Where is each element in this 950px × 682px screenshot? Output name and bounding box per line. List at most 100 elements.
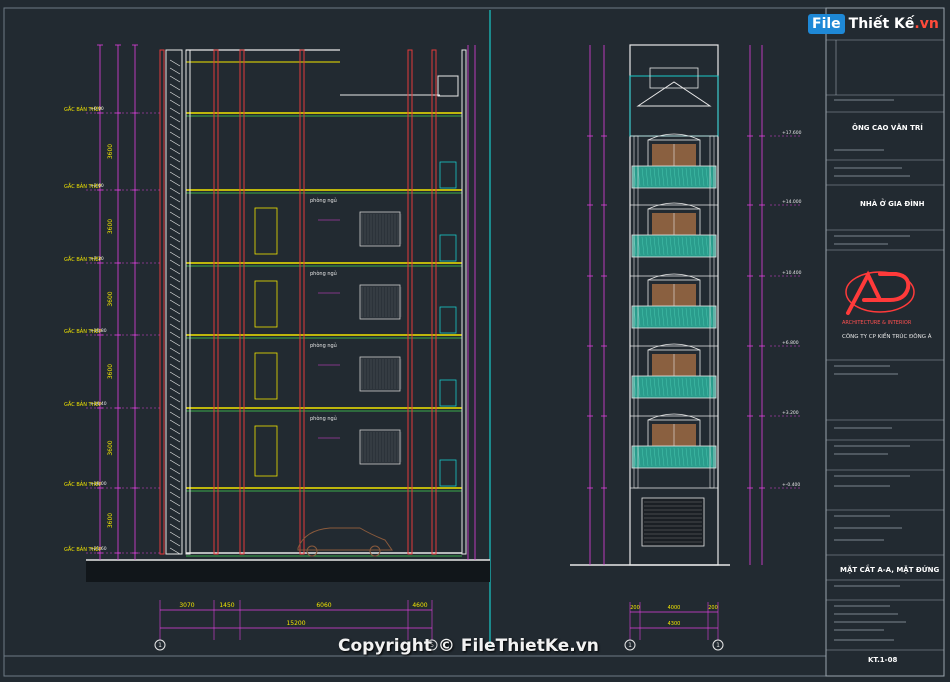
dim-number: 3600	[107, 291, 114, 306]
ground-hatch	[86, 560, 490, 582]
structural-column	[239, 49, 245, 555]
stair-hatch	[169, 131, 181, 139]
stair-hatch	[169, 499, 181, 507]
cad-drawing: phòng ngủphòng ngủphòng ngủphòng ngủGẮC …	[3, 7, 945, 677]
stair-hatch	[169, 163, 181, 171]
drawing-number: KT.1-08	[868, 656, 898, 664]
stair-hatch	[169, 419, 181, 427]
stair-hatch	[169, 123, 181, 131]
stair-hatch	[169, 83, 181, 91]
stair-hatch	[169, 139, 181, 147]
stair-hatch	[169, 539, 181, 547]
structural-column	[407, 49, 413, 555]
structural-column	[159, 49, 165, 555]
stair-hatch	[169, 59, 181, 67]
grid-bubble-label: 1	[716, 642, 720, 649]
stair-hatch	[169, 259, 181, 267]
structural-column	[185, 49, 191, 555]
stair-hatch	[169, 243, 181, 251]
level-value: +0.00	[90, 106, 104, 112]
elev-dim-value-total: 4300	[668, 621, 681, 627]
bottom-dim-value: 1450	[219, 602, 234, 609]
stair-hatch	[169, 347, 181, 355]
stair-hatch	[169, 515, 181, 523]
dim-number: 3600	[107, 364, 114, 379]
stair-hatch	[169, 155, 181, 163]
logo-text: Thiết Kế.vn	[848, 16, 939, 32]
roof-tank	[437, 75, 459, 97]
company-logo-text: ARCHITECTURE & INTERIOR	[842, 320, 912, 326]
level-value: +3.200	[782, 410, 799, 416]
stair-hatch	[169, 531, 181, 539]
stair-hatch	[169, 435, 181, 443]
stair-hatch	[169, 171, 181, 179]
filethietke-logo: File Thiết Kế.vn	[808, 14, 939, 34]
grid-bubble-label: 1	[158, 642, 162, 649]
stair-hatch	[169, 227, 181, 235]
elev-dim-value: 200	[630, 605, 640, 611]
structural-column	[431, 49, 437, 555]
stair-hatch	[169, 371, 181, 379]
pediment	[636, 81, 712, 107]
bottom-dim-value-total: 15200	[286, 620, 305, 627]
drawing-title: MẶT CẮT A-A, MẶT ĐỨNG	[840, 566, 940, 574]
balcony-rail	[439, 459, 457, 487]
title-block-frame	[825, 7, 945, 677]
stair-hatch	[169, 291, 181, 299]
window-arch	[647, 202, 701, 210]
door-frame	[254, 425, 278, 477]
stair-hatch	[169, 91, 181, 99]
window-arch	[647, 413, 701, 421]
level-value: +14.40	[90, 401, 107, 407]
stair-hatch	[169, 67, 181, 75]
stair-hatch	[169, 339, 181, 347]
stair-hatch	[169, 323, 181, 331]
room-label: phòng ngủ	[310, 270, 337, 277]
stair-hatch	[169, 275, 181, 283]
level-value: +3.60	[90, 183, 104, 189]
logo-box: File	[808, 14, 845, 34]
level-value: +7.20	[90, 256, 104, 262]
stair-hatch	[169, 299, 181, 307]
room-label: phòng ngủ	[310, 342, 337, 349]
level-value: +10.400	[782, 270, 802, 276]
bottom-dim-value: 3070	[179, 602, 194, 609]
stair-hatch	[169, 443, 181, 451]
structural-column	[461, 49, 467, 555]
title-block-project: NHÀ Ở GIA ĐÌNH	[860, 200, 925, 208]
stair-hatch	[169, 315, 181, 323]
elev-dim-value: 200	[708, 605, 718, 611]
stair-hatch	[169, 219, 181, 227]
stair-hatch	[169, 99, 181, 107]
stair-hatch	[169, 459, 181, 467]
stair-hatch	[169, 195, 181, 203]
stair-hatch	[169, 483, 181, 491]
window-arch	[647, 343, 701, 351]
balcony-rail	[439, 161, 457, 189]
copyright-watermark: Copyright © FileThietKe.vn	[338, 636, 599, 656]
dim-number: 3600	[107, 219, 114, 234]
level-value: +10.80	[90, 328, 107, 334]
car-wheel	[369, 545, 381, 557]
dim-number: 3600	[107, 144, 114, 159]
room-label: phòng ngủ	[310, 415, 337, 422]
cad-drawing-canvas: phòng ngủ phòng ngủ phòng ngủ phòng ngủ GẮC …	[0, 0, 950, 682]
dim-number: 3600	[107, 513, 114, 528]
car-wheel	[306, 545, 318, 557]
level-value: +21.60	[90, 546, 107, 552]
stair-hatch	[169, 179, 181, 187]
stair-hatch	[169, 523, 181, 531]
stair-hatch	[169, 355, 181, 363]
stair-hatch	[169, 547, 181, 555]
bottom-dim-value: 4600	[412, 602, 427, 609]
stair-hatch	[169, 283, 181, 291]
stair-hatch	[169, 187, 181, 195]
grid-bubble-label: 1	[628, 642, 632, 649]
level-value: +18.00	[90, 481, 107, 487]
stair-hatch	[169, 379, 181, 387]
stair-hatch	[169, 451, 181, 459]
company-logo-ring	[845, 271, 915, 313]
level-value: +17.600	[782, 130, 802, 136]
structural-column	[299, 49, 305, 555]
door-frame	[254, 207, 278, 255]
